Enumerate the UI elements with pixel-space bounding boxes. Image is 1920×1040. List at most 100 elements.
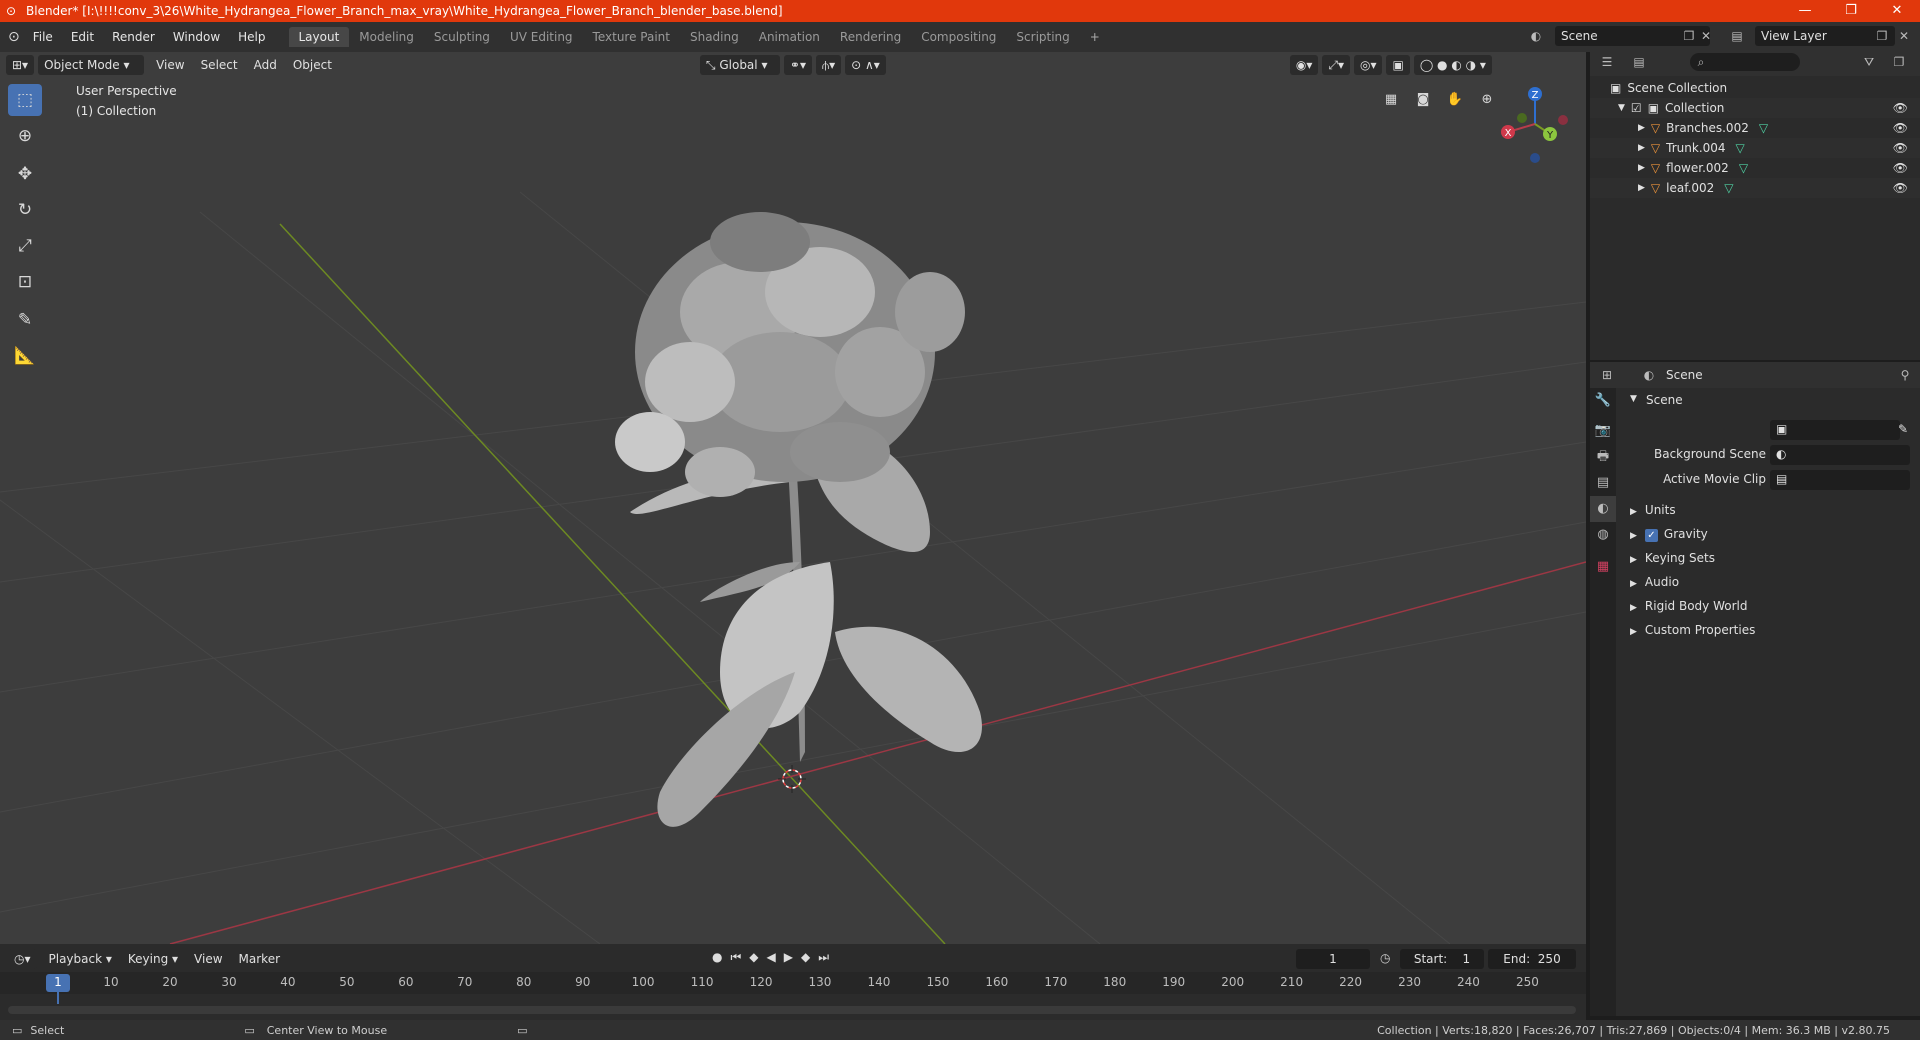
- annotate-tool-icon[interactable]: ✎: [8, 304, 42, 336]
- menu-file[interactable]: File: [24, 30, 62, 44]
- outliner-search-input[interactable]: ⌕: [1690, 53, 1800, 71]
- texture-tab-icon[interactable]: ▦: [1590, 554, 1616, 580]
- checkbox-icon[interactable]: ☑: [1631, 101, 1642, 115]
- scale-tool-icon[interactable]: ⤢: [8, 230, 42, 262]
- close-button[interactable]: ✕: [1874, 0, 1920, 22]
- expand-arrow-icon[interactable]: ▶: [1638, 183, 1645, 193]
- play-reverse-icon[interactable]: ◀: [767, 950, 776, 965]
- hydrangea-model[interactable]: [615, 212, 982, 827]
- select-box-tool-icon[interactable]: ⬚: [8, 84, 42, 116]
- timeline-editor-type-icon[interactable]: ◷▾: [8, 949, 37, 969]
- move-tool-icon[interactable]: ✥: [8, 158, 42, 190]
- section-rigid-body-world[interactable]: ▶ Rigid Body World: [1630, 599, 1747, 613]
- proportional-edit-button[interactable]: ⊙ ∧▾: [845, 55, 886, 75]
- timeline-menu-marker[interactable]: Marker: [231, 952, 288, 966]
- measure-tool-icon[interactable]: 📐: [8, 340, 42, 372]
- end-frame-field[interactable]: End: 250: [1488, 949, 1576, 969]
- viewport-menu-select[interactable]: Select: [193, 58, 246, 72]
- tab-animation[interactable]: Animation: [749, 27, 830, 47]
- eye-icon[interactable]: 👁: [1893, 141, 1908, 155]
- panel-collapse-arrow-icon[interactable]: ▼: [1630, 394, 1637, 404]
- prev-keyframe-icon[interactable]: ◆: [749, 950, 758, 965]
- tab-scripting[interactable]: Scripting: [1006, 27, 1079, 47]
- expand-arrow-icon[interactable]: ▶: [1638, 123, 1645, 133]
- tab-texture-paint[interactable]: Texture Paint: [583, 27, 680, 47]
- gizmo-toggle-button[interactable]: ⤢▾: [1322, 55, 1350, 75]
- jump-end-icon[interactable]: ⏭: [818, 950, 829, 965]
- new-view-layer-icon[interactable]: ❐: [1873, 27, 1891, 45]
- zoom-icon[interactable]: ⊕: [1476, 88, 1498, 110]
- pan-hand-icon[interactable]: ✋: [1444, 88, 1466, 110]
- camera-field[interactable]: [1770, 420, 1900, 440]
- pin-icon[interactable]: ⚲: [1896, 366, 1914, 384]
- record-button[interactable]: ●: [712, 950, 722, 965]
- camera-view-icon[interactable]: ◙: [1412, 88, 1434, 110]
- new-collection-icon[interactable]: ❐: [1890, 53, 1908, 71]
- outliner-item-trunk[interactable]: ▶ ▽ Trunk.004 ▽ 👁: [1590, 138, 1920, 158]
- viewport-menu-view[interactable]: View: [148, 58, 192, 72]
- maximize-button[interactable]: ❐: [1828, 0, 1874, 22]
- active-movie-clip-field[interactable]: [1770, 470, 1910, 490]
- menu-window[interactable]: Window: [164, 30, 229, 44]
- view-layer-icon[interactable]: ▤: [1728, 27, 1746, 45]
- outliner-collection[interactable]: ▼ ☑ ▣ Collection 👁: [1590, 98, 1920, 118]
- outliner-editor-type-icon[interactable]: ☰: [1598, 53, 1616, 71]
- eye-icon[interactable]: 👁: [1893, 181, 1908, 195]
- cursor-tool-icon[interactable]: ⊕: [8, 120, 42, 152]
- transform-orientation-dropdown[interactable]: ⤡ Global ▾: [699, 55, 780, 75]
- rotate-tool-icon[interactable]: ↻: [8, 194, 42, 226]
- start-frame-field[interactable]: Start: 1: [1400, 949, 1484, 969]
- tab-compositing[interactable]: Compositing: [911, 27, 1006, 47]
- display-mode-icon[interactable]: ▤: [1630, 53, 1648, 71]
- tab-shading[interactable]: Shading: [680, 27, 749, 47]
- next-keyframe-icon[interactable]: ◆: [801, 950, 810, 965]
- view-layer-tab-icon[interactable]: ▤: [1590, 470, 1616, 496]
- add-workspace-button[interactable]: +: [1080, 27, 1110, 47]
- menu-edit[interactable]: Edit: [62, 30, 103, 44]
- scene-tab-icon[interactable]: ◐: [1590, 496, 1616, 522]
- transform-tool-icon[interactable]: ⊡: [8, 266, 42, 298]
- scene-selector-icon[interactable]: ◐: [1527, 27, 1545, 45]
- section-gravity[interactable]: ▶ ✓ Gravity: [1630, 527, 1708, 542]
- timeline-menu-view[interactable]: View: [186, 952, 230, 966]
- render-tab-icon[interactable]: 📷: [1590, 418, 1616, 444]
- navigation-gizmo[interactable]: Z X Y: [1490, 82, 1580, 166]
- remove-scene-icon[interactable]: ✕: [1697, 27, 1715, 45]
- grid-view-icon[interactable]: ▦: [1380, 88, 1402, 110]
- stopwatch-icon[interactable]: ◷: [1380, 951, 1390, 965]
- eye-icon[interactable]: 👁: [1893, 101, 1908, 115]
- current-frame-field[interactable]: 1: [1296, 949, 1370, 969]
- remove-view-layer-icon[interactable]: ✕: [1895, 27, 1913, 45]
- section-custom-properties[interactable]: ▶ Custom Properties: [1630, 623, 1755, 637]
- shading-modes[interactable]: ◯ ● ◐ ◑ ▾: [1413, 55, 1492, 75]
- visibility-button[interactable]: ◉▾: [1289, 55, 1319, 75]
- viewport-menu-object[interactable]: Object: [285, 58, 340, 72]
- timeline-menu-playback[interactable]: Playback ▾: [41, 952, 120, 966]
- 3d-viewport[interactable]: User Perspective (1) Collection Z X Y ▦ …: [0, 52, 1586, 944]
- new-scene-icon[interactable]: ❐: [1680, 27, 1698, 45]
- timeline-menu-keying[interactable]: Keying ▾: [120, 952, 186, 966]
- properties-editor-type-icon[interactable]: ⊞: [1598, 366, 1616, 384]
- world-tab-icon[interactable]: ◍: [1590, 522, 1616, 548]
- eye-icon[interactable]: 👁: [1893, 161, 1908, 175]
- gravity-checkbox[interactable]: ✓: [1644, 529, 1658, 542]
- tab-uv-editing[interactable]: UV Editing: [500, 27, 583, 47]
- filter-icon[interactable]: ⛛: [1860, 53, 1878, 71]
- pivot-point-button[interactable]: ⚭▾: [783, 55, 812, 75]
- play-icon[interactable]: ▶: [784, 950, 793, 965]
- jump-start-icon[interactable]: ⏮: [730, 950, 741, 965]
- output-tab-icon[interactable]: 🖶: [1590, 444, 1616, 470]
- blender-menu-icon[interactable]: ⊙: [8, 29, 20, 45]
- section-units[interactable]: ▶ Units: [1630, 503, 1676, 517]
- eyedropper-icon[interactable]: ✎: [1898, 422, 1908, 436]
- snap-button[interactable]: ⫛▾: [816, 55, 842, 75]
- mode-dropdown[interactable]: Object Mode ▾: [38, 55, 145, 75]
- eye-icon[interactable]: 👁: [1893, 121, 1908, 135]
- tab-rendering[interactable]: Rendering: [830, 27, 911, 47]
- background-scene-field[interactable]: [1770, 445, 1910, 465]
- tab-layout[interactable]: Layout: [288, 27, 350, 47]
- expand-arrow-icon[interactable]: ▶: [1638, 143, 1645, 153]
- minimize-button[interactable]: —: [1782, 0, 1828, 22]
- overlays-button[interactable]: ◎▾: [1353, 55, 1383, 75]
- menu-help[interactable]: Help: [229, 30, 274, 44]
